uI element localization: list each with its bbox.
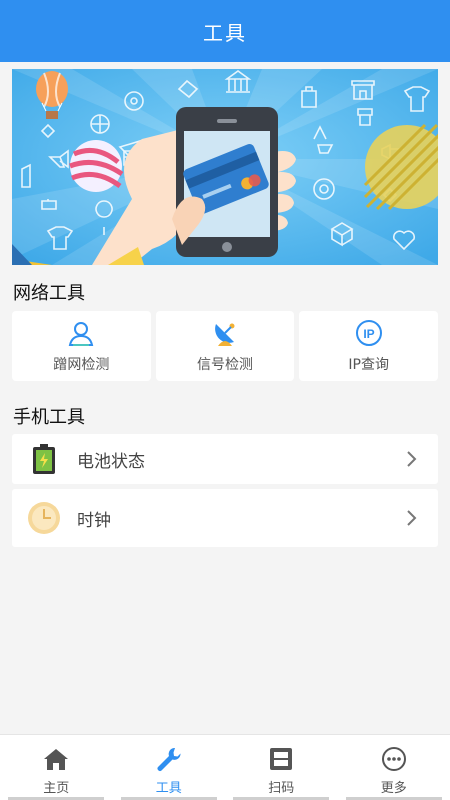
promo-banner[interactable] <box>12 69 438 265</box>
ip-lookup-button[interactable]: IP IP查询 <box>299 311 439 381</box>
wifi-leech-check-button[interactable]: 蹭网检测 <box>12 311 151 381</box>
tab-label: 主页 <box>43 781 70 796</box>
battery-status-row[interactable]: 电池状态 <box>12 434 438 484</box>
tab-more[interactable]: 更多 <box>338 735 450 800</box>
banner-illustration <box>12 69 438 265</box>
tab-home[interactable]: 主页 <box>0 735 113 800</box>
top-app-bar: 工具 <box>0 0 450 62</box>
signal-check-button[interactable]: 信号检测 <box>155 311 295 381</box>
row-label: 电池状态 <box>77 451 145 472</box>
more-icon <box>379 745 409 773</box>
tab-tools[interactable]: 工具 <box>113 735 226 800</box>
person-search-icon <box>66 318 96 348</box>
tab-label: 更多 <box>380 781 407 796</box>
tab-label: 扫码 <box>268 781 295 796</box>
clock-icon <box>27 501 61 535</box>
tab-scan[interactable]: 扫码 <box>225 735 338 800</box>
battery-icon <box>27 442 61 476</box>
home-icon <box>41 745 71 773</box>
network-tools-heading: 网络工具 <box>13 283 85 304</box>
bottom-tab-bar: 主页 工具 扫码 更多 <box>0 734 450 800</box>
svg-text:IP: IP <box>363 327 374 341</box>
tab-label: 工具 <box>155 781 182 796</box>
grid-item-label: 蹭网检测 <box>53 357 110 373</box>
phone-tools-heading: 手机工具 <box>13 407 85 428</box>
chevron-right-icon <box>407 451 417 467</box>
grid-item-label: IP查询 <box>348 357 389 373</box>
clock-row[interactable]: 时钟 <box>12 489 438 547</box>
network-tools-grid: 蹭网检测 信号检测 IP IP查询 <box>12 311 439 381</box>
chevron-right-icon <box>407 510 417 526</box>
satellite-dish-icon <box>210 318 240 348</box>
page-title: 工具 <box>203 20 247 45</box>
scan-icon <box>266 745 296 773</box>
wrench-icon <box>154 745 184 773</box>
grid-item-label: 信号检测 <box>197 357 253 373</box>
row-label: 时钟 <box>77 510 111 531</box>
ip-icon: IP <box>354 318 384 348</box>
